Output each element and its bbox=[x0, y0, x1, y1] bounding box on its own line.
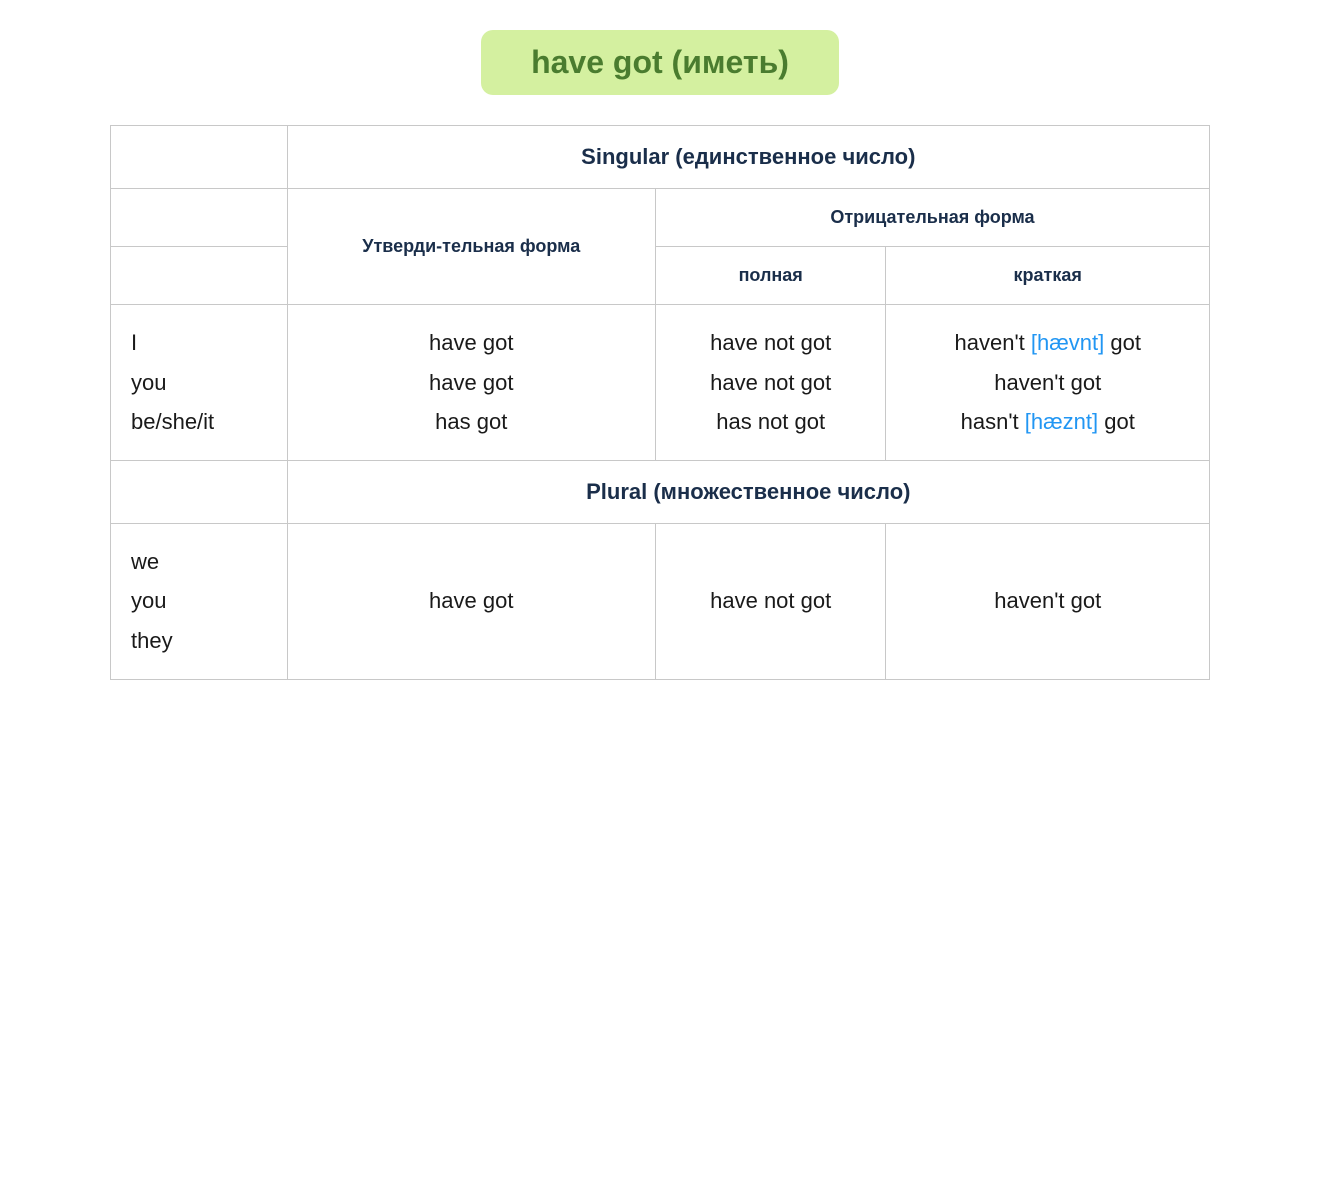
affirmative-header: Утверди-тельная форма bbox=[287, 189, 655, 305]
phonetic-haevnt: [hævnt] bbox=[1031, 330, 1104, 355]
singular-data-row: Iyoube/she/it have gothave gothas got ha… bbox=[111, 305, 1210, 461]
singular-negative-short: haven't [hævnt] got haven't got hasn't [… bbox=[886, 305, 1210, 461]
singular-pronouns: Iyoube/she/it bbox=[111, 305, 288, 461]
empty-plural-left bbox=[111, 460, 288, 523]
sub-column-headers-row: полная краткая bbox=[111, 247, 1210, 305]
empty-top-left bbox=[111, 126, 288, 189]
plural-negative-full: have not got bbox=[655, 523, 886, 679]
affirmative-label: Утверди-тельная форма bbox=[362, 236, 580, 256]
empty-header-left bbox=[111, 189, 288, 247]
plural-header-row: Plural (множественное число) bbox=[111, 460, 1210, 523]
title-box: have got (иметь) bbox=[110, 30, 1210, 95]
main-table: Singular (единственное число) Утверди-те… bbox=[110, 125, 1210, 680]
plural-pronouns: weyouthey bbox=[111, 523, 288, 679]
singular-header: Singular (единственное число) bbox=[287, 126, 1209, 189]
short-form-header: краткая bbox=[886, 247, 1210, 305]
plural-data-row: weyouthey have got have not got haven't … bbox=[111, 523, 1210, 679]
page-wrapper: have got (иметь) Singular (единственное … bbox=[110, 30, 1210, 680]
full-form-header: полная bbox=[655, 247, 886, 305]
title-badge: have got (иметь) bbox=[481, 30, 839, 95]
negative-header: Отрицательная форма bbox=[655, 189, 1209, 247]
singular-header-row: Singular (единственное число) bbox=[111, 126, 1210, 189]
column-headers-row: Утверди-тельная форма Отрицательная форм… bbox=[111, 189, 1210, 247]
plural-negative-short: haven't got bbox=[886, 523, 1210, 679]
singular-affirmative: have gothave gothas got bbox=[287, 305, 655, 461]
phonetic-haeznt: [hæznt] bbox=[1025, 409, 1098, 434]
singular-negative-full: have not gothave not gothas not got bbox=[655, 305, 886, 461]
plural-header: Plural (множественное число) bbox=[287, 460, 1209, 523]
empty-sub-left bbox=[111, 247, 288, 305]
plural-affirmative: have got bbox=[287, 523, 655, 679]
